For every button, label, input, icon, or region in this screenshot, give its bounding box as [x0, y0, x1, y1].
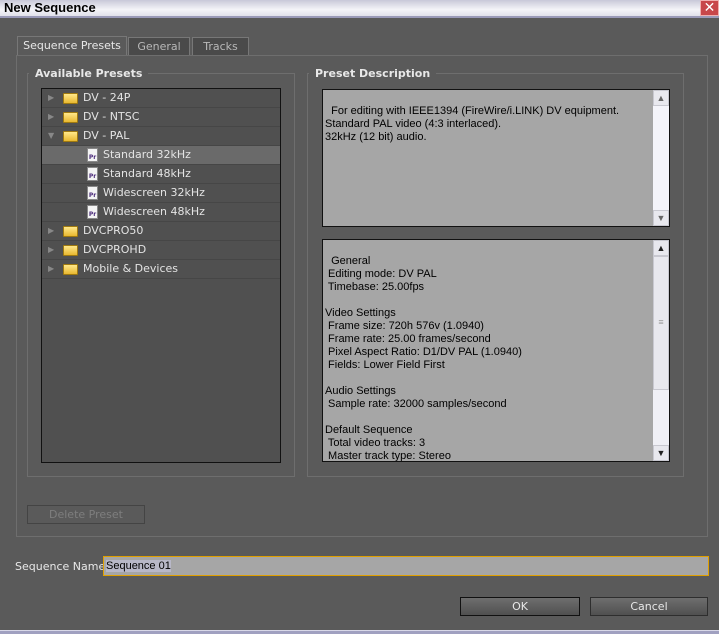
sequence-name-value: Sequence 01: [106, 560, 171, 572]
ok-button[interactable]: OK: [460, 597, 580, 616]
tree-preset[interactable]: Pr Standard 32kHz: [42, 146, 280, 165]
scroll-thumb[interactable]: ≡: [653, 256, 669, 390]
preset-description-label: Preset Description: [309, 67, 437, 80]
tree-folder[interactable]: ▶ DVCPRO50: [42, 222, 280, 241]
tree-item-label: Mobile & Devices: [83, 262, 179, 275]
premiere-preset-icon: Pr: [87, 167, 98, 181]
tree-item-label: Standard 48kHz: [103, 167, 191, 180]
premiere-preset-icon: Pr: [87, 186, 98, 200]
title-bar: New Sequence ✕: [0, 0, 719, 18]
tree-item-label: DV - NTSC: [83, 110, 140, 123]
description-textbox[interactable]: For editing with IEEE1394 (FireWire/i.LI…: [322, 89, 670, 227]
tree-item-label: DV - 24P: [83, 91, 131, 104]
available-presets-label: Available Presets: [29, 67, 149, 80]
collapsed-arrow-icon[interactable]: ▶: [48, 89, 54, 107]
collapsed-arrow-icon[interactable]: ▶: [48, 241, 54, 259]
tree-preset[interactable]: Pr Standard 48kHz: [42, 165, 280, 184]
tree-item-label: Widescreen 32kHz: [103, 186, 205, 199]
folder-icon: [63, 93, 78, 104]
tree-preset[interactable]: Pr Widescreen 48kHz: [42, 203, 280, 222]
tree-item-label: DVCPROHD: [83, 243, 147, 256]
tree-folder[interactable]: ▼ DV - PAL: [42, 127, 280, 146]
folder-icon: [63, 131, 78, 142]
premiere-preset-icon: Pr: [87, 205, 98, 219]
tree-folder[interactable]: ▶ DVCPROHD: [42, 241, 280, 260]
tree-folder[interactable]: ▶ DV - NTSC: [42, 108, 280, 127]
tree-folder[interactable]: ▶ Mobile & Devices: [42, 260, 280, 279]
collapsed-arrow-icon[interactable]: ▶: [48, 222, 54, 240]
details-scrollbar[interactable]: ▲ ≡ ▼: [653, 240, 669, 461]
folder-icon: [63, 112, 78, 123]
scroll-up-icon[interactable]: ▲: [653, 240, 669, 256]
collapsed-arrow-icon[interactable]: ▶: [48, 108, 54, 126]
details-textbox[interactable]: General Editing mode: DV PAL Timebase: 2…: [322, 239, 670, 462]
details-text: General Editing mode: DV PAL Timebase: 2…: [325, 255, 522, 462]
collapsed-arrow-icon[interactable]: ▶: [48, 260, 54, 278]
close-button[interactable]: ✕: [700, 0, 719, 16]
tree-folder[interactable]: ▶ DV - 24P: [42, 89, 280, 108]
premiere-preset-icon: Pr: [87, 148, 98, 162]
tree-item-label: DVCPRO50: [83, 224, 144, 237]
tab-sequence-presets[interactable]: Sequence Presets: [17, 36, 127, 56]
description-scrollbar[interactable]: ▲ ▼: [653, 90, 669, 226]
folder-icon: [63, 226, 78, 237]
window-title: New Sequence: [4, 0, 96, 15]
sequence-name-input[interactable]: Sequence 01: [103, 556, 709, 576]
tree-item-label: Widescreen 48kHz: [103, 205, 205, 218]
preset-tree[interactable]: ▶ DV - 24P ▶ DV - NTSC ▼ DV - PAL Pr Standard 3…: [41, 88, 281, 463]
tree-item-label: Standard 32kHz: [103, 148, 191, 161]
tab-general[interactable]: General: [128, 37, 190, 55]
folder-icon: [63, 264, 78, 275]
scroll-down-icon[interactable]: ▼: [653, 445, 669, 461]
delete-preset-button[interactable]: Delete Preset: [27, 505, 145, 524]
expanded-arrow-icon[interactable]: ▼: [48, 127, 54, 145]
scroll-up-icon[interactable]: ▲: [653, 90, 669, 106]
tree-preset[interactable]: Pr Widescreen 32kHz: [42, 184, 280, 203]
window-bottom-edge: [0, 630, 719, 634]
scroll-down-icon[interactable]: ▼: [653, 210, 669, 226]
tree-item-label: DV - PAL: [83, 129, 130, 142]
sequence-name-label: Sequence Name:: [15, 560, 109, 573]
tab-tracks[interactable]: Tracks: [192, 37, 249, 55]
description-text: For editing with IEEE1394 (FireWire/i.LI…: [325, 105, 620, 143]
folder-icon: [63, 245, 78, 256]
cancel-button[interactable]: Cancel: [590, 597, 708, 616]
